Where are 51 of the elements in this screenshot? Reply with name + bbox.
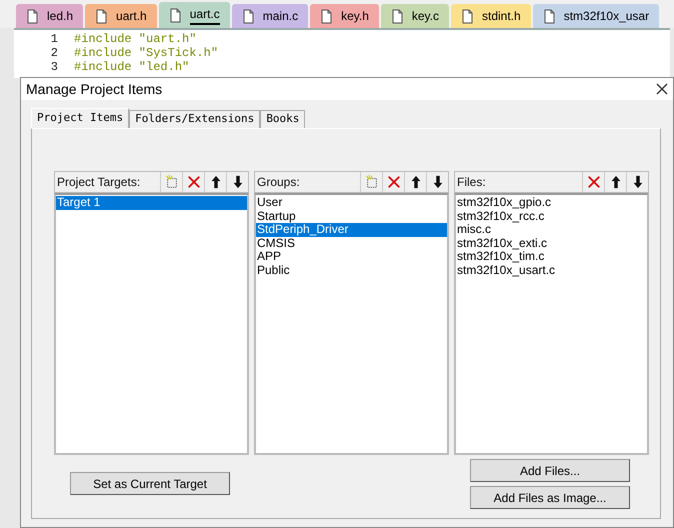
file-icon	[26, 8, 39, 24]
code-line: #include "SysTick.h"	[74, 45, 218, 61]
line-number: 1	[50, 31, 59, 48]
list-item[interactable]: APP	[256, 250, 447, 264]
list-item[interactable]: Startup	[256, 210, 447, 223]
editor-tab[interactable]: stm32f10x_usar	[532, 4, 660, 28]
file-icon	[542, 8, 556, 24]
delete-icon	[186, 175, 200, 189]
new-item-icon	[364, 175, 378, 189]
list-item[interactable]: stm32f10x_usart.c	[456, 264, 647, 277]
list-item[interactable]: StdPeriph_Driver	[256, 223, 447, 236]
file-icon	[242, 8, 255, 24]
add-files-button[interactable]: Add Files...	[470, 459, 630, 482]
list-item[interactable]: Public	[256, 264, 447, 277]
editor-tab[interactable]: uart.c	[158, 2, 230, 28]
dialog-tab[interactable]: Books	[260, 110, 306, 128]
editor-tab[interactable]: main.c	[232, 4, 308, 28]
new-item-icon	[164, 175, 178, 189]
code-line: #include "uart.h"	[74, 31, 196, 47]
editor-tab[interactable]: led.h	[16, 4, 84, 28]
list-item[interactable]: CMSIS	[256, 236, 447, 250]
close-icon[interactable]	[656, 83, 668, 95]
dialog-tab[interactable]: Project Items	[31, 108, 130, 128]
editor-tab[interactable]: stdint.h	[451, 4, 531, 28]
file-icon	[95, 8, 108, 24]
editor-tab[interactable]: key.c	[380, 4, 449, 28]
panel-title: Project Targets:	[57, 174, 140, 191]
list-item[interactable]: stm32f10x_exti.c	[456, 236, 647, 250]
dialog-tab[interactable]: Folders/Extensions	[129, 110, 260, 128]
file-icon	[320, 8, 334, 24]
dialog-title: Manage Project Items	[26, 80, 162, 99]
line-number: 2	[50, 45, 59, 62]
list-item[interactable]: stm32f10x_gpio.c	[456, 196, 647, 210]
editor-tab[interactable]: uart.h	[85, 4, 157, 28]
list-item[interactable]: User	[256, 196, 447, 210]
set-target-button[interactable]: Set as Current Target	[70, 472, 230, 495]
file-icon	[390, 8, 404, 24]
delete-icon	[586, 175, 600, 189]
line-number: 3	[50, 59, 59, 76]
add-files-as-image-button[interactable]: Add Files as Image...	[470, 486, 630, 509]
delete-icon	[386, 175, 400, 189]
list-item[interactable]: misc.c	[456, 223, 647, 236]
list-item[interactable]: stm32f10x_tim.c	[456, 250, 647, 264]
panel-title: Groups:	[257, 174, 300, 191]
panel-title: Files:	[457, 174, 486, 191]
list-item[interactable]: Target 1	[56, 196, 247, 210]
file-icon	[461, 8, 474, 24]
editor-tab[interactable]: key.h	[310, 4, 379, 28]
code-line: #include "led.h"	[74, 59, 190, 76]
file-icon	[168, 8, 182, 22]
list-item[interactable]: stm32f10x_rcc.c	[456, 210, 647, 223]
